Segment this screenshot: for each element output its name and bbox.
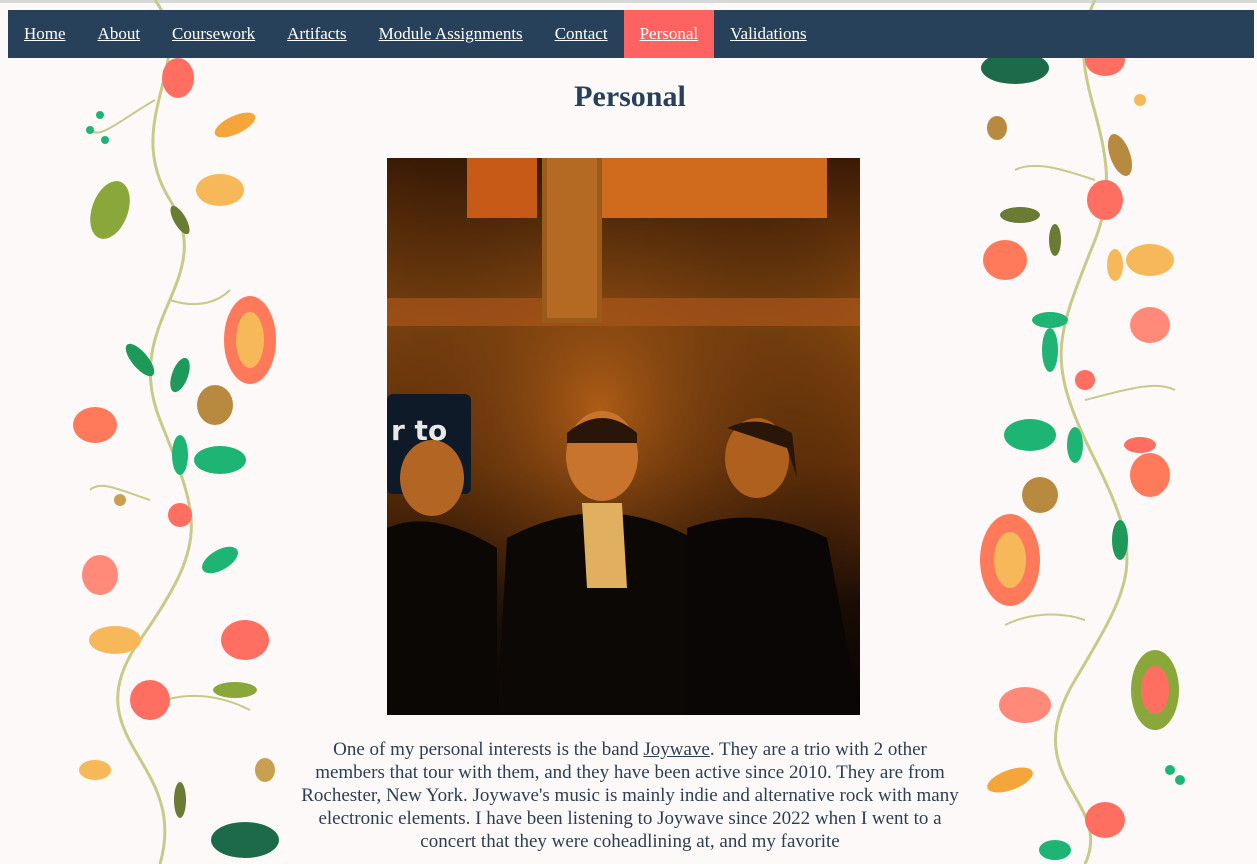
nav-link-coursework[interactable]: Coursework <box>156 10 271 58</box>
nav-link-personal[interactable]: Personal <box>623 10 715 58</box>
bio-text-start: One of my personal interests is the band <box>333 739 644 760</box>
joywave-link[interactable]: Joywave <box>643 739 709 760</box>
nav-link-about[interactable]: About <box>82 10 157 58</box>
nav-link-artifacts[interactable]: Artifacts <box>271 10 362 58</box>
nav-link-validations[interactable]: Validations <box>714 10 823 58</box>
floral-vine-left-decoration <box>73 0 279 864</box>
main-content: Personal r to One of my personal interes… <box>300 58 960 852</box>
floral-vine-right-decoration <box>980 0 1185 864</box>
main-navigation-bar: Home About Coursework Artifacts Module A… <box>8 10 1254 58</box>
personal-bio-paragraph: One of my personal interests is the band… <box>300 738 960 853</box>
nav-link-module-assignments[interactable]: Module Assignments <box>363 10 539 58</box>
page-title: Personal <box>574 80 686 113</box>
band-photo: r to <box>387 158 860 715</box>
nav-link-contact[interactable]: Contact <box>539 10 624 58</box>
nav-link-home[interactable]: Home <box>8 10 82 58</box>
